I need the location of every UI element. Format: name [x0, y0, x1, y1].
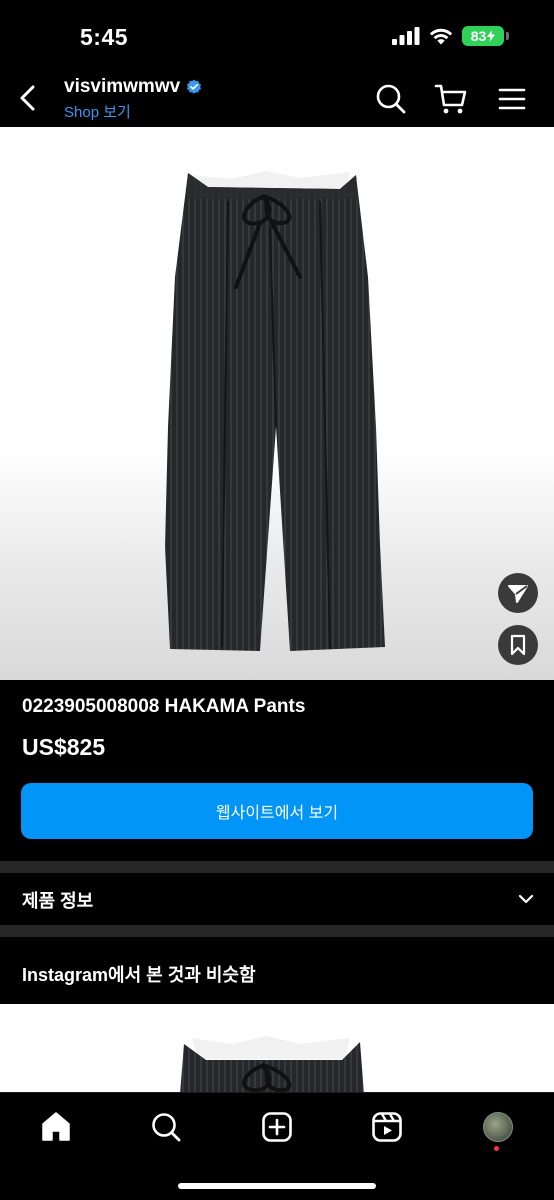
related-pants-photo: [180, 1036, 364, 1094]
related-product-image[interactable]: [0, 1004, 554, 1094]
chevron-down-icon: [518, 894, 534, 904]
pants-photo: [165, 171, 385, 651]
similar-section-title: Instagram에서 본 것과 비슷함: [22, 965, 256, 985]
similar-section-header: Instagram에서 본 것과 비슷함: [0, 937, 554, 1004]
wifi-icon: [429, 28, 453, 44]
home-indicator: [178, 1183, 376, 1189]
profile-avatar: [483, 1112, 513, 1142]
home-icon: [42, 1112, 70, 1141]
product-info-label: 제품 정보: [22, 891, 94, 911]
search-icon: [376, 84, 406, 114]
cart-button[interactable]: [434, 82, 468, 116]
search-button[interactable]: [374, 82, 408, 116]
cart-icon: [434, 84, 467, 114]
product-info-panel: 0223905008008 HAKAMA Pants US$825 웹사이트에서…: [0, 680, 554, 861]
shop-link[interactable]: Shop 보기: [64, 101, 202, 122]
notification-dot: [494, 1146, 499, 1151]
chevron-left-icon: [20, 85, 35, 111]
back-button[interactable]: [12, 80, 42, 116]
verified-badge-icon: [187, 79, 202, 94]
menu-button[interactable]: [495, 82, 529, 116]
nav-profile[interactable]: [480, 1109, 516, 1145]
hamburger-icon: [498, 88, 526, 110]
save-button[interactable]: [498, 625, 538, 665]
nav-reels[interactable]: [369, 1109, 405, 1145]
account-info[interactable]: visvimwmwv Shop 보기: [64, 76, 202, 122]
section-divider: [0, 925, 554, 937]
bookmark-icon: [510, 634, 526, 656]
send-icon: [508, 585, 528, 603]
share-button[interactable]: [498, 573, 538, 613]
product-info-row[interactable]: 제품 정보: [0, 873, 554, 925]
nav-home[interactable]: [38, 1109, 74, 1145]
signal-icon: [392, 27, 420, 45]
create-icon: [262, 1112, 292, 1142]
status-time: 5:45: [80, 24, 129, 50]
product-title: 0223905008008 HAKAMA Pants: [22, 696, 306, 717]
search-icon: [152, 1113, 181, 1142]
product-price: US$825: [22, 734, 106, 760]
shop-header: visvimwmwv Shop 보기: [0, 70, 554, 128]
battery-level: 83: [470, 28, 487, 44]
status-bar: 5:45 83: [0, 0, 554, 70]
view-website-button[interactable]: 웹사이트에서 보기: [21, 783, 533, 839]
section-divider: [0, 861, 554, 873]
account-name[interactable]: visvimwmwv: [64, 76, 180, 98]
charging-icon: [487, 30, 496, 42]
product-image[interactable]: [0, 127, 554, 680]
status-indicators: 83: [392, 26, 509, 46]
reels-icon: [372, 1112, 402, 1142]
nav-search[interactable]: [148, 1109, 184, 1145]
battery-indicator: 83: [462, 26, 509, 46]
nav-create[interactable]: [259, 1109, 295, 1145]
